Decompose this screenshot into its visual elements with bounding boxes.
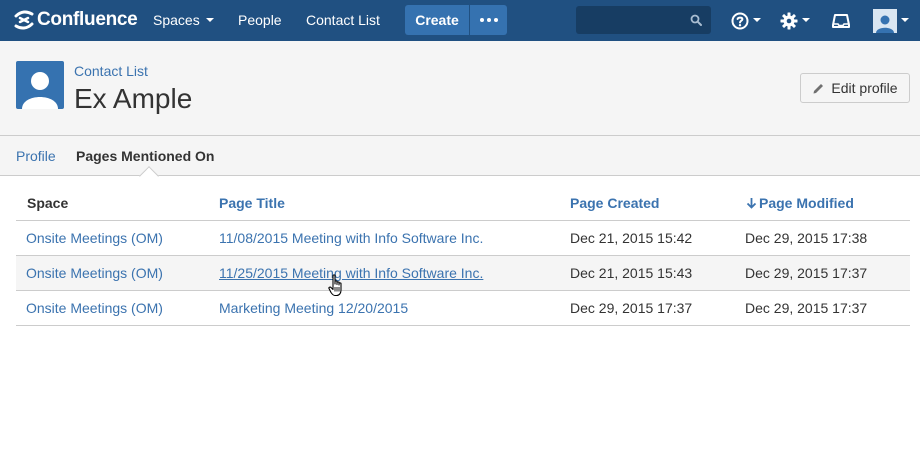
profile-avatar xyxy=(16,61,64,109)
row-page-created: Dec 29, 2015 17:37 xyxy=(570,300,693,316)
user-silhouette-icon xyxy=(22,72,58,109)
column-header-space: Space xyxy=(27,195,69,211)
settings-menu[interactable] xyxy=(780,0,810,41)
column-header-page-modified[interactable]: Page Modified xyxy=(746,186,854,220)
row-space-link[interactable]: Onsite Meetings (OM) xyxy=(26,291,163,325)
profile-header: Contact List Ex Ample Edit profile xyxy=(0,41,920,136)
help-menu[interactable] xyxy=(731,0,761,41)
row-page-created: Dec 21, 2015 15:43 xyxy=(570,265,693,281)
column-header-page-title[interactable]: Page Title xyxy=(219,186,285,220)
chevron-down-icon xyxy=(901,17,909,22)
user-avatar-icon xyxy=(873,8,897,33)
breadcrumb-contact-list[interactable]: Contact List xyxy=(74,63,148,79)
logo-text: Confluence xyxy=(37,9,138,30)
search-box[interactable] xyxy=(576,6,711,34)
row-page-created: Dec 21, 2015 15:42 xyxy=(570,230,693,246)
chevron-down-icon xyxy=(753,17,761,22)
ellipsis-icon xyxy=(478,18,499,22)
table-row: Onsite Meetings (OM) Marketing Meeting 1… xyxy=(16,291,910,326)
row-space-link[interactable]: Onsite Meetings (OM) xyxy=(26,221,163,255)
row-page-title-link[interactable]: 11/25/2015 Meeting with Info Software In… xyxy=(219,256,483,290)
nav-spaces-label: Spaces xyxy=(153,12,200,28)
tab-profile[interactable]: Profile xyxy=(16,136,56,176)
user-menu[interactable] xyxy=(873,0,909,41)
table-row: Onsite Meetings (OM) 11/08/2015 Meeting … xyxy=(16,221,910,256)
table-row: Onsite Meetings (OM) 11/25/2015 Meeting … xyxy=(16,256,910,291)
nav-spaces-menu[interactable]: Spaces xyxy=(153,0,214,41)
help-icon xyxy=(731,12,749,29)
profile-tabs: Profile Pages Mentioned On xyxy=(0,136,920,186)
arrow-down-icon xyxy=(746,198,757,210)
page-title: Ex Ample xyxy=(74,83,193,114)
notifications-icon xyxy=(832,13,850,28)
chevron-down-icon xyxy=(205,18,214,23)
row-page-modified: Dec 29, 2015 17:38 xyxy=(745,230,868,246)
row-space-link[interactable]: Onsite Meetings (OM) xyxy=(26,256,163,290)
top-navigation-bar: Confluence Spaces People Contact List Cr… xyxy=(0,0,920,41)
pages-mentioned-table: Space Page Title Page Created Page Modif… xyxy=(16,186,910,326)
search-icon xyxy=(690,14,702,26)
column-header-page-created[interactable]: Page Created xyxy=(570,186,659,220)
edit-profile-button[interactable]: Edit profile xyxy=(800,73,910,103)
chevron-down-icon xyxy=(802,17,810,22)
nav-contact-list-link[interactable]: Contact List xyxy=(306,0,380,41)
gear-icon xyxy=(780,12,798,29)
confluence-logo-icon xyxy=(14,10,34,30)
nav-people-label: People xyxy=(238,12,282,28)
notifications-button[interactable] xyxy=(832,0,850,41)
nav-contact-list-label: Contact List xyxy=(306,12,380,28)
more-create-options-button[interactable] xyxy=(470,5,507,35)
confluence-logo[interactable]: Confluence xyxy=(14,8,138,32)
pencil-icon xyxy=(813,83,824,93)
row-page-modified: Dec 29, 2015 17:37 xyxy=(745,265,868,281)
row-page-modified: Dec 29, 2015 17:37 xyxy=(745,300,868,316)
table-header-row: Space Page Title Page Created Page Modif… xyxy=(16,186,910,221)
row-page-title-link[interactable]: 11/08/2015 Meeting with Info Software In… xyxy=(219,221,483,255)
column-header-page-modified-label: Page Modified xyxy=(759,195,854,211)
row-page-title-link[interactable]: Marketing Meeting 12/20/2015 xyxy=(219,291,408,325)
create-button[interactable]: Create xyxy=(405,5,469,35)
edit-profile-label: Edit profile xyxy=(831,80,898,96)
nav-people-link[interactable]: People xyxy=(238,0,282,41)
create-button-label: Create xyxy=(415,12,459,28)
